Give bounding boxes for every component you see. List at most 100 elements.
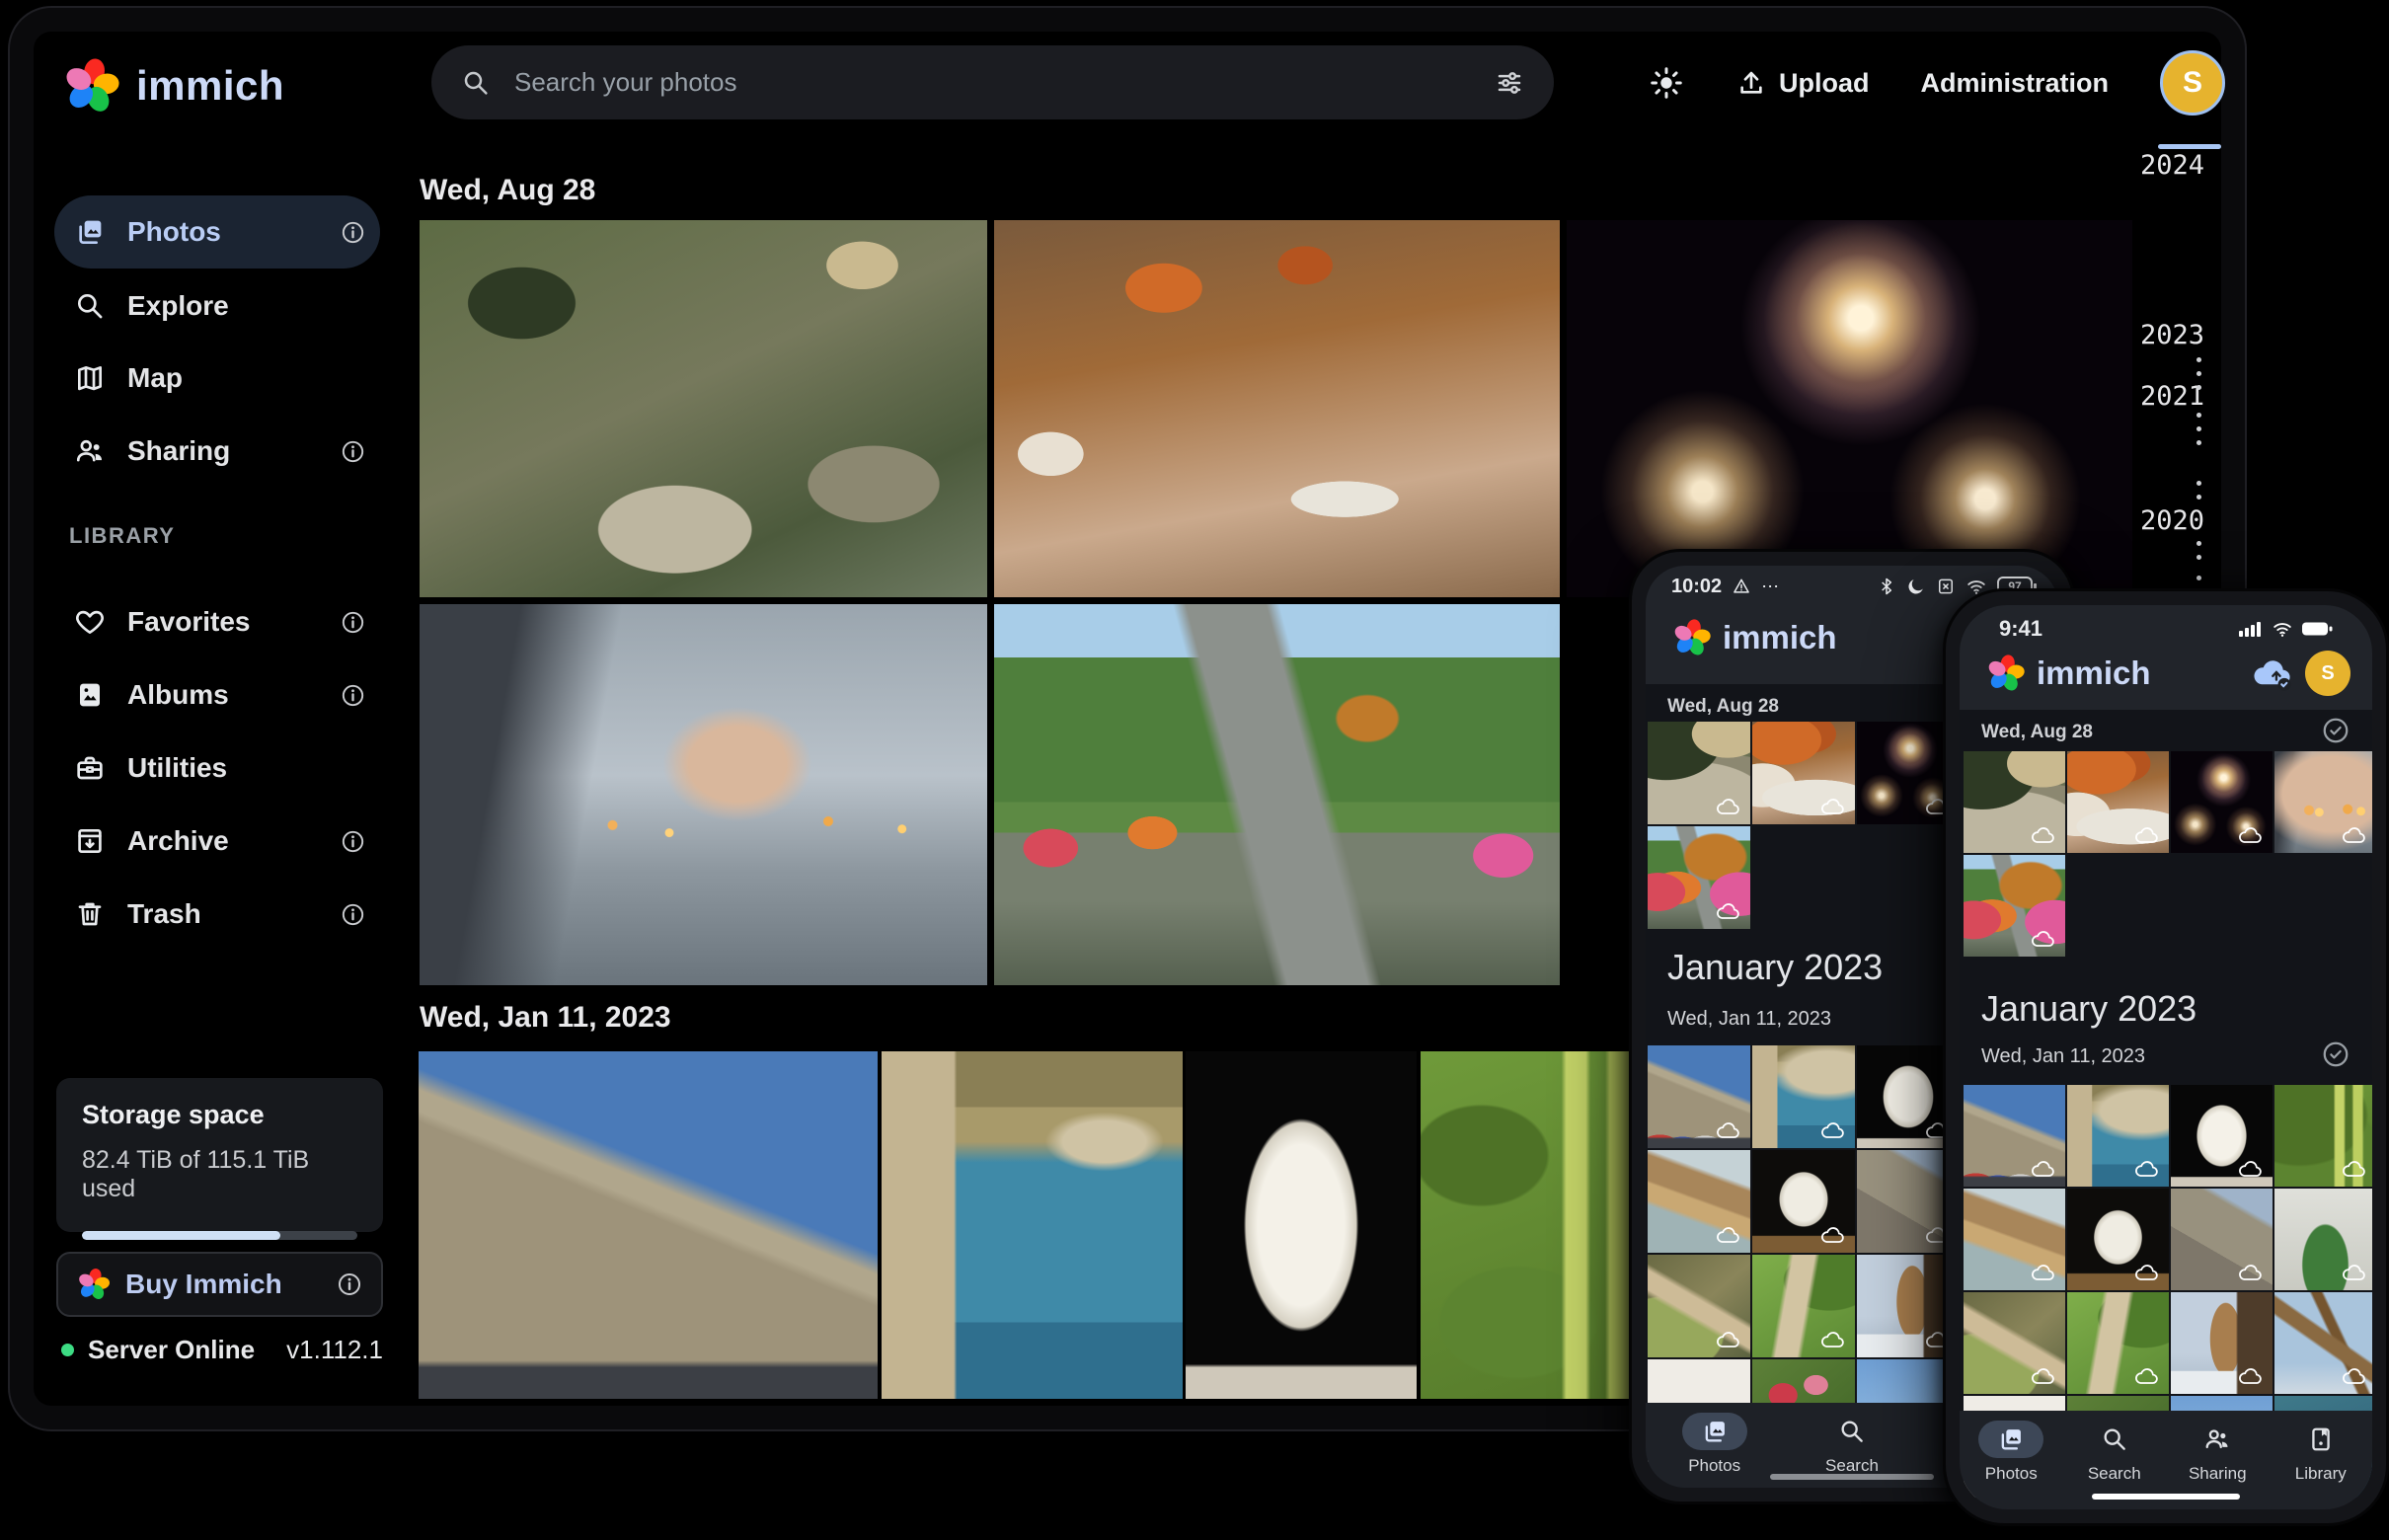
photo-green-berries[interactable] <box>1421 1051 1663 1399</box>
sidebar-item-map[interactable]: Map <box>54 342 380 415</box>
timeline-year[interactable]: 2024 <box>2140 150 2204 181</box>
sidebar-item-utilities[interactable]: Utilities <box>54 732 380 805</box>
user-avatar[interactable]: S <box>2305 651 2350 696</box>
search-filter-icon[interactable] <box>1495 68 1524 98</box>
timeline-year[interactable]: 2021 <box>2140 381 2204 412</box>
nav-tab-photos[interactable]: Photos <box>1978 1421 2043 1484</box>
cloud-backup-icon <box>2342 1263 2368 1282</box>
immich-logo-icon <box>76 1267 112 1302</box>
photo-monkeys[interactable] <box>1648 722 1750 824</box>
photo-monkeys[interactable] <box>1964 751 2065 853</box>
info-icon[interactable] <box>340 438 366 465</box>
photo-beach-cliff[interactable] <box>1964 1189 2065 1290</box>
photo-autumn-path[interactable] <box>994 604 1560 985</box>
photo-autumn-path[interactable] <box>1648 826 1750 929</box>
home-indicator[interactable] <box>1770 1474 1934 1480</box>
photo-castle-wall[interactable] <box>419 1051 878 1399</box>
photo-ruined-wall[interactable] <box>2171 1189 2273 1290</box>
photo-holding-hands[interactable] <box>2274 751 2372 853</box>
cloud-backup-icon <box>1716 1225 1742 1245</box>
search-input[interactable] <box>514 67 1471 98</box>
photo-coastal-fort[interactable] <box>2067 1085 2169 1187</box>
phone-mockup-ios: 9:41 immich S Wed, Aug 28 January 2023 W… <box>1943 588 2389 1526</box>
brand-wordmark: immich <box>136 62 284 110</box>
photo-autumn-path[interactable] <box>1964 855 2065 957</box>
album-icon <box>74 679 106 711</box>
avatar-initial: S <box>2183 66 2202 100</box>
sidebar-item-trash[interactable]: Trash <box>54 878 380 951</box>
immich-logo-icon <box>1671 617 1713 658</box>
sidebar-item-explore[interactable]: Explore <box>54 270 380 343</box>
wifi-icon <box>2272 618 2293 640</box>
photo-castle-wall[interactable] <box>1648 1045 1750 1148</box>
select-all-check-icon[interactable] <box>2321 1040 2350 1069</box>
cloud-backup-icon <box>1716 901 1742 921</box>
map-icon <box>74 362 106 394</box>
nav-tab-label: Sharing <box>2189 1464 2247 1484</box>
info-icon[interactable] <box>340 828 366 855</box>
info-icon[interactable] <box>340 682 366 709</box>
photo-fireworks[interactable] <box>2171 751 2273 853</box>
alarm-icon <box>1732 577 1751 596</box>
photos-icon <box>74 216 106 248</box>
photo-lizard[interactable] <box>1964 1292 2065 1394</box>
info-icon[interactable] <box>340 609 366 636</box>
photo-dinner-table[interactable] <box>2067 751 2169 853</box>
photo-beach-cliff[interactable] <box>1648 1150 1750 1253</box>
search-bar[interactable] <box>431 45 1554 119</box>
photo-lizard-moss[interactable] <box>1752 1255 1855 1357</box>
avatar-initial: S <box>2321 662 2334 685</box>
timeline-year[interactable]: 2020 <box>2140 505 2204 536</box>
photo-winter-church[interactable] <box>2171 1292 2273 1394</box>
photo-holding-hands[interactable] <box>420 604 987 985</box>
photo-dinner-table[interactable] <box>1752 722 1855 824</box>
photo-castle-wall[interactable] <box>1964 1085 2065 1187</box>
select-all-check-icon[interactable] <box>2321 716 2350 745</box>
sidebar-item-favorites[interactable]: Favorites <box>54 585 380 658</box>
nav-tab-label: Photos <box>1688 1456 1740 1476</box>
info-icon[interactable] <box>336 1270 363 1298</box>
sidebar-item-albums[interactable]: Albums <box>54 658 380 732</box>
buy-immich-button[interactable]: Buy Immich <box>56 1252 383 1317</box>
photo-marble-bust[interactable] <box>1186 1051 1417 1399</box>
photo-lizard[interactable] <box>1648 1255 1750 1357</box>
timeline-year[interactable]: 2023 <box>2140 320 2204 350</box>
photo-wooden-structure[interactable] <box>2274 1292 2372 1394</box>
photo-marble-sculpture[interactable] <box>1752 1150 1855 1253</box>
sidebar-item-photos[interactable]: Photos <box>54 195 380 269</box>
nav-tab-sharing[interactable]: Sharing <box>2185 1421 2250 1484</box>
photo-marble-sculpture[interactable] <box>2067 1189 2169 1290</box>
nav-tab-library[interactable]: Library <box>2288 1421 2353 1484</box>
home-indicator[interactable] <box>2092 1494 2240 1500</box>
upload-button[interactable]: Upload <box>1735 67 1870 99</box>
theme-toggle-icon[interactable] <box>1649 65 1684 101</box>
photo-dinner-table[interactable] <box>994 220 1560 597</box>
administration-link[interactable]: Administration <box>1921 68 2110 99</box>
photo-monkeys[interactable] <box>420 220 987 597</box>
storage-card: Storage space 82.4 TiB of 115.1 TiB used <box>56 1078 383 1232</box>
timeline-position-marker[interactable] <box>2158 144 2221 149</box>
user-avatar[interactable]: S <box>2160 50 2225 116</box>
sidebar-item-label: Sharing <box>127 435 230 467</box>
photo-fireworks[interactable] <box>1567 220 2132 597</box>
photo-glass-tree[interactable] <box>2274 1189 2372 1290</box>
sidebar-item-sharing[interactable]: Sharing <box>54 415 380 488</box>
photo-coastal-fort[interactable] <box>1752 1045 1855 1148</box>
photo-green-berries[interactable] <box>2274 1085 2372 1187</box>
nav-tab-search[interactable]: Search <box>2082 1421 2147 1484</box>
photo-marble-bust[interactable] <box>2171 1085 2273 1187</box>
cloud-sync-icon[interactable] <box>2252 656 2295 692</box>
nav-tab-search[interactable]: Search <box>1819 1413 1885 1476</box>
info-icon[interactable] <box>340 219 366 246</box>
photo-lizard-moss[interactable] <box>2067 1292 2169 1394</box>
nav-tab-photos[interactable]: Photos <box>1682 1413 1747 1476</box>
status-time: 9:41 <box>1999 616 2042 642</box>
timeline-tick <box>2196 385 2201 390</box>
phone2-status-bar: 9:41 <box>1960 615 2372 643</box>
phone2-app-logo: immich <box>1985 653 2151 694</box>
photo-coastal-fort[interactable] <box>882 1051 1183 1399</box>
info-icon[interactable] <box>340 901 366 928</box>
immich-logo-icon <box>1985 653 2027 694</box>
app-logo[interactable]: immich <box>61 55 284 116</box>
sidebar-item-archive[interactable]: Archive <box>54 805 380 878</box>
